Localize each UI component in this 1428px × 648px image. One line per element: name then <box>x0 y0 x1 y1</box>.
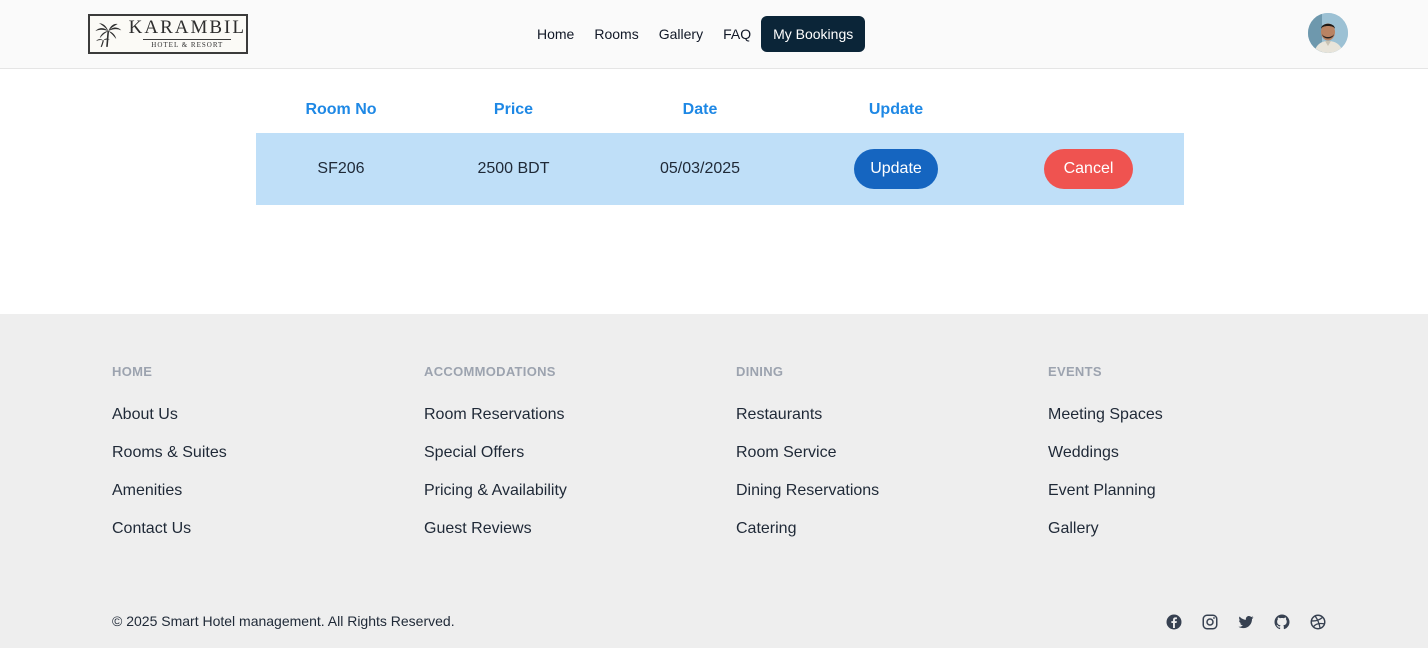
brand-logo[interactable]: KARAMBIL HOTEL & RESORT <box>88 14 248 54</box>
footer-links: Restaurants Room Service Dining Reservat… <box>736 396 879 548</box>
site-footer: HOME About Us Rooms & Suites Amenities C… <box>0 314 1428 648</box>
footer-heading: EVENTS <box>1048 364 1102 379</box>
dribbble-icon[interactable] <box>1308 612 1328 632</box>
cell-price: 2500 BDT <box>477 160 550 177</box>
footer-links: Meeting Spaces Weddings Event Planning G… <box>1048 396 1163 548</box>
footer-link-guest-reviews[interactable]: Guest Reviews <box>424 510 567 548</box>
cell-room-no: SF206 <box>317 160 365 177</box>
footer-link-about-us[interactable]: About Us <box>112 396 227 434</box>
nav-my-bookings[interactable]: My Bookings <box>761 16 866 52</box>
footer-link-restaurants[interactable]: Restaurants <box>736 396 879 434</box>
table-header: Room No Price Date Update <box>256 86 1184 133</box>
cell-update: Update <box>799 149 993 189</box>
github-icon[interactable] <box>1272 612 1292 632</box>
footer-column-events: EVENTS Meeting Spaces Weddings Event Pla… <box>1048 364 1163 548</box>
footer-link-dining-reservations[interactable]: Dining Reservations <box>736 472 879 510</box>
table-row: SF206 2500 BDT 05/03/2025 Update Cancel <box>256 133 1184 205</box>
user-photo-icon <box>1308 13 1348 53</box>
header-date: Date <box>682 100 718 118</box>
footer-link-catering[interactable]: Catering <box>736 510 879 548</box>
instagram-icon[interactable] <box>1200 612 1220 632</box>
cell-cancel: Cancel <box>993 149 1184 189</box>
nav-gallery[interactable]: Gallery <box>649 16 713 52</box>
footer-link-pricing-availability[interactable]: Pricing & Availability <box>424 472 567 510</box>
footer-column-dining: DINING Restaurants Room Service Dining R… <box>736 364 879 548</box>
footer-links: Room Reservations Special Offers Pricing… <box>424 396 567 548</box>
footer-link-amenities[interactable]: Amenities <box>112 472 227 510</box>
footer-link-weddings[interactable]: Weddings <box>1048 434 1163 472</box>
footer-heading: HOME <box>112 364 153 379</box>
nav-home[interactable]: Home <box>527 16 584 52</box>
copyright-text: © 2025 Smart Hotel management. All Right… <box>112 613 455 629</box>
main-nav: Home Rooms Gallery FAQ My Bookings <box>527 16 866 52</box>
footer-heading: DINING <box>736 364 784 379</box>
brand-subtitle: HOTEL & RESORT <box>151 41 224 49</box>
footer-link-contact-us[interactable]: Contact Us <box>112 510 227 548</box>
update-booking-button[interactable]: Update <box>854 149 938 189</box>
twitter-icon[interactable] <box>1236 612 1256 632</box>
footer-link-event-planning[interactable]: Event Planning <box>1048 472 1163 510</box>
header-room-no: Room No <box>305 100 377 118</box>
user-avatar[interactable] <box>1308 13 1348 53</box>
brand-name: KARAMBIL <box>128 17 246 38</box>
site-header: KARAMBIL HOTEL & RESORT Home Rooms Galle… <box>0 0 1428 69</box>
bookings-table: Room No Price Date Update SF206 2500 BDT… <box>256 86 1184 205</box>
header-price: Price <box>493 100 534 118</box>
footer-link-rooms-suites[interactable]: Rooms & Suites <box>112 434 227 472</box>
cell-date: 05/03/2025 <box>659 160 741 177</box>
nav-faq[interactable]: FAQ <box>713 16 761 52</box>
footer-column-accommodations: ACCOMMODATIONS Room Reservations Special… <box>424 364 567 548</box>
footer-link-gallery[interactable]: Gallery <box>1048 510 1163 548</box>
footer-link-room-reservations[interactable]: Room Reservations <box>424 396 567 434</box>
footer-heading: ACCOMMODATIONS <box>424 364 556 379</box>
footer-link-room-service[interactable]: Room Service <box>736 434 879 472</box>
facebook-icon[interactable] <box>1164 612 1184 632</box>
footer-link-meeting-spaces[interactable]: Meeting Spaces <box>1048 396 1163 434</box>
palm-tree-icon <box>95 23 122 48</box>
footer-links: About Us Rooms & Suites Amenities Contac… <box>112 396 227 548</box>
social-links <box>1164 612 1328 632</box>
nav-rooms[interactable]: Rooms <box>584 16 648 52</box>
footer-column-home: HOME About Us Rooms & Suites Amenities C… <box>112 364 227 548</box>
cancel-booking-button[interactable]: Cancel <box>1043 149 1134 189</box>
header-update: Update <box>868 100 924 118</box>
brand-divider <box>143 39 232 40</box>
footer-link-special-offers[interactable]: Special Offers <box>424 434 567 472</box>
brand-wordmark: KARAMBIL HOTEL & RESORT <box>129 18 246 50</box>
